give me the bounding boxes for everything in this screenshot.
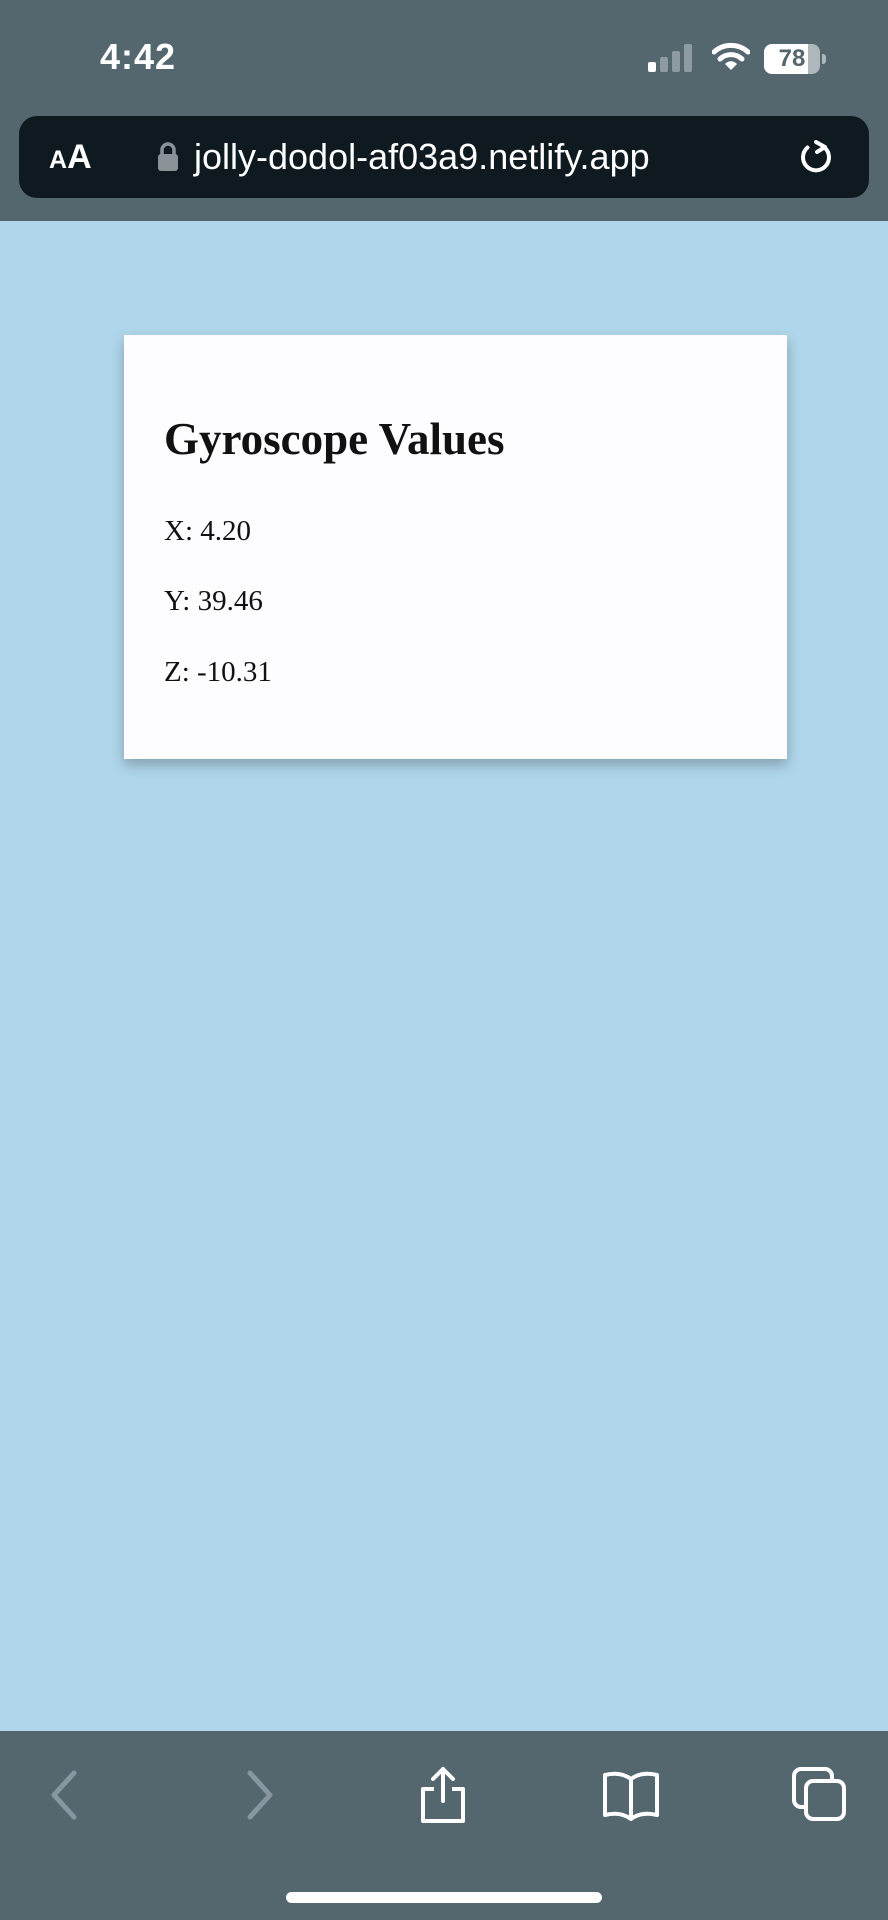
chevron-right-icon[interactable] xyxy=(228,1765,288,1825)
reload-icon[interactable] xyxy=(796,138,836,178)
signal-bar xyxy=(672,51,680,72)
battery-cap xyxy=(822,54,826,64)
gyroscope-z-value: Z: -10.31 xyxy=(164,656,272,688)
card-title: Gyroscope Values xyxy=(164,414,505,464)
text-size-button[interactable]: AA xyxy=(49,116,92,198)
battery-level: 78 xyxy=(778,45,806,72)
tabs-icon[interactable] xyxy=(790,1765,850,1825)
battery-body: 78 xyxy=(764,44,820,74)
signal-bar xyxy=(648,62,656,72)
gyroscope-y-value: Y: 39.46 xyxy=(164,585,263,617)
home-indicator[interactable] xyxy=(286,1892,602,1903)
cellular-signal-icon xyxy=(648,44,694,72)
text-size-large-label: A xyxy=(67,138,92,176)
chevron-left-icon[interactable] xyxy=(36,1765,96,1825)
wifi-icon xyxy=(712,42,750,70)
status-time: 4:42 xyxy=(100,36,177,77)
address-bar[interactable]: AA jolly-dodol-af03a9.netlify.app xyxy=(19,116,869,198)
signal-bar xyxy=(660,57,668,72)
share-icon[interactable] xyxy=(413,1765,473,1825)
book-icon[interactable] xyxy=(601,1765,661,1825)
lock-icon xyxy=(158,142,178,171)
signal-bar xyxy=(684,44,692,72)
text-size-small-label: A xyxy=(49,146,68,174)
browser-top-chrome: 4:42 78 AA jolly-dodol-af03a9.netlify.ap… xyxy=(0,0,888,221)
battery-icon: 78 xyxy=(764,44,826,74)
url-text[interactable]: jolly-dodol-af03a9.netlify.app xyxy=(194,116,650,198)
gyroscope-x-value: X: 4.20 xyxy=(164,515,251,547)
gyroscope-card: Gyroscope Values X: 4.20 Y: 39.46 Z: -10… xyxy=(124,335,787,759)
